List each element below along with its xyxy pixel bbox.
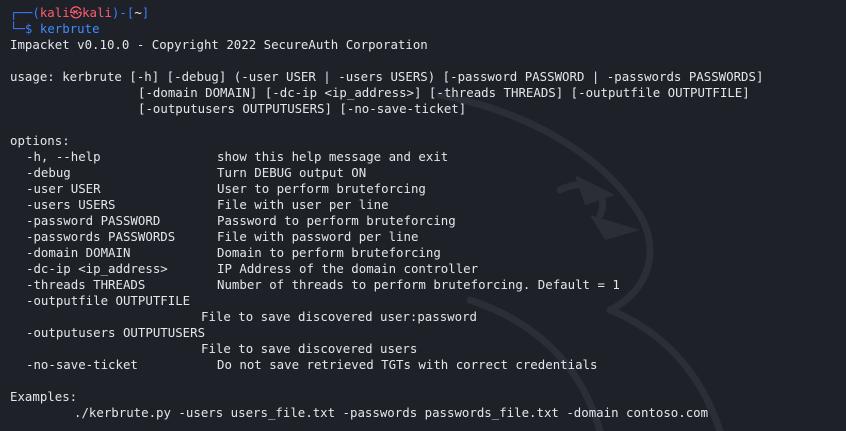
- option-description: Do not save retrieved TGTs with correct …: [217, 357, 598, 372]
- option-flag: -no-save-ticket: [26, 357, 138, 372]
- prompt-frame-end: ]: [141, 5, 150, 20]
- examples-heading: Examples:: [10, 389, 78, 404]
- prompt-host: kali: [82, 5, 112, 20]
- option-flag: -dc-ip <ip_address>: [26, 261, 168, 276]
- option-row-no-save-ticket: -no-save-ticket Do not save retrieved TGT…: [10, 357, 846, 373]
- option-description: File with user per line: [217, 197, 389, 212]
- option-row-password: -password PASSWORD Password to perform br…: [10, 213, 846, 229]
- option-description: Turn DEBUG output ON: [217, 165, 367, 180]
- option-flag: -debug: [26, 165, 71, 180]
- prompt-frame-left: ┌──(: [10, 5, 40, 20]
- option-description: show this help message and exit: [217, 149, 449, 164]
- option-desc-outputusers: File to save discovered users: [201, 341, 418, 356]
- example-command: ./kerbrute.py -users users_file.txt -pas…: [74, 405, 709, 420]
- option-flag: -user USER: [26, 181, 101, 196]
- option-row-domain: -domain DOMAIN Domain to perform brutefor…: [10, 245, 846, 261]
- option-flag-outputusers: -outputusers OUTPUTUSERS: [26, 325, 206, 340]
- terminal-window[interactable]: ┌──(kali㉿kali)-[~] └─$ kerbrute Impacket…: [0, 0, 846, 431]
- option-flag-outputfile: -outputfile OUTPUTFILE: [26, 293, 191, 308]
- prompt-frame-mid: )-[: [111, 5, 135, 20]
- option-description: User to perform bruteforcing: [217, 181, 426, 196]
- option-description: Password to perform bruteforcing: [217, 213, 456, 228]
- terminal-output: ┌──(kali㉿kali)-[~] └─$ kerbrute Impacket…: [10, 5, 846, 421]
- option-flag: -password PASSWORD: [26, 213, 161, 228]
- prompt-at-symbol: ㉿: [69, 5, 83, 20]
- option-row-debug: -debug Turn DEBUG output ON: [10, 165, 846, 181]
- option-description: Number of threads to perform bruteforcin…: [217, 277, 620, 292]
- prompt-user: kali: [39, 5, 70, 20]
- option-flag: -domain DOMAIN: [26, 245, 131, 260]
- prompt-path: ~: [134, 5, 142, 20]
- prompt-line-command: └─$ kerbrute: [10, 21, 846, 37]
- impacket-version-line: Impacket v0.10.0 - Copyright 2022 Secure…: [10, 37, 428, 52]
- option-row-user: -user USER User to perform bruteforcing: [10, 181, 846, 197]
- prompt-line-top: ┌──(kali㉿kali)-[~]: [10, 5, 846, 21]
- option-row-threads: -threads THREADS Number of threads to per…: [10, 277, 846, 293]
- usage-line-3: [-outputusers OUTPUTUSERS] [-no-save-tic…: [138, 101, 467, 116]
- option-description: Domain to perform bruteforcing: [217, 245, 441, 260]
- option-row-users: -users USERS File with user per line: [10, 197, 846, 213]
- option-description: IP Address of the domain controller: [217, 261, 479, 276]
- option-flag: -passwords PASSWORDS: [26, 229, 176, 244]
- entered-command: kerbrute: [39, 21, 100, 36]
- option-flag: -threads THREADS: [26, 277, 146, 292]
- usage-line-2: [-domain DOMAIN] [-dc-ip <ip_address>] […: [138, 85, 750, 100]
- option-row-passwords: -passwords PASSWORDS File with password p…: [10, 229, 846, 245]
- option-row-help: -h, --help show this help message and exi…: [10, 149, 846, 165]
- options-heading: options:: [10, 133, 70, 148]
- option-desc-outputfile: File to save discovered user:password: [201, 309, 478, 324]
- option-flag: -users USERS: [26, 197, 116, 212]
- prompt-frame-bottom: └─: [10, 21, 25, 36]
- option-description: File with password per line: [217, 229, 419, 244]
- usage-line-1: usage: kerbrute [-h] [-debug] (-user USE…: [10, 69, 764, 84]
- option-row-dc-ip: -dc-ip <ip_address> IP Address of the dom…: [10, 261, 846, 277]
- option-flag: -h, --help: [26, 149, 101, 164]
